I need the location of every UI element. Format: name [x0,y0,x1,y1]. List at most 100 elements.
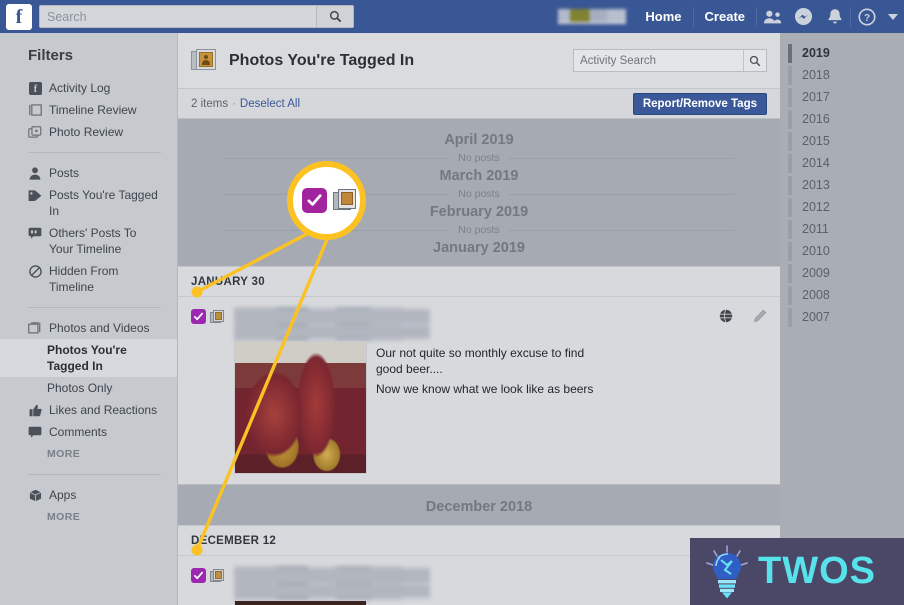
person-icon [28,166,42,180]
month-header: March 2019 [439,168,519,184]
photo-type-icon [210,310,225,324]
search-icon [329,10,341,23]
year-item-2019[interactable]: 2019 [780,42,904,64]
main-content: Photos You're Tagged In 2 items · Desele… [178,33,780,605]
sidebar-divider [28,474,161,475]
no-posts-label: No posts [458,188,500,200]
no-posts-label: No posts [458,152,500,164]
sidebar-item-photos-and-videos[interactable]: Photos and Videos [0,317,177,339]
month-header: February 2019 [429,204,529,220]
search-submit-button[interactable] [316,6,353,27]
activity-search-button[interactable] [743,50,766,71]
friend-requests-button[interactable] [757,0,788,33]
chevron-down-icon [888,13,898,20]
sidebar-item-hidden-from-timeline[interactable]: Hidden From Timeline [0,260,177,298]
year-tick [788,109,792,129]
year-item-2007[interactable]: 2007 [780,306,904,328]
post-actions [719,307,767,341]
messenger-button[interactable] [788,0,819,33]
activity-search-input[interactable] [574,54,734,67]
photo-review-icon [28,125,42,139]
post-select-checkbox[interactable] [191,568,206,583]
top-navigation-bar: f Home Create [0,0,904,33]
year-label: 2017 [802,90,830,104]
nav-create-link[interactable]: Create [694,0,756,33]
sidebar-item-apps[interactable]: Apps [0,484,177,506]
globe-icon[interactable] [719,309,733,328]
post-select-checkbox[interactable] [191,309,206,324]
sidebar-item-timeline-review[interactable]: Timeline Review [0,99,177,121]
year-item-2014[interactable]: 2014 [780,152,904,174]
profile-name-blurred[interactable] [558,0,627,33]
year-tick [788,43,792,63]
magnified-photo-icon [333,189,357,212]
post-date-header: JANUARY 30 [178,267,780,297]
year-item-2018[interactable]: 2018 [780,64,904,86]
magnifier-callout [287,161,366,240]
comment-icon [28,425,42,439]
year-item-2017[interactable]: 2017 [780,86,904,108]
filters-sidebar: Filters f Activity Log Timeline Review P… [0,33,178,605]
sidebar-divider [28,307,161,308]
nav-home-link[interactable]: Home [634,0,692,33]
sidebar-more-photos[interactable]: MORE [0,443,177,465]
sidebar-item-activity-log[interactable]: f Activity Log [0,77,177,99]
month-header: January 2019 [433,240,525,256]
account-menu-button[interactable] [882,0,904,33]
sidebar-item-photos-only[interactable]: Photos Only [0,377,177,399]
sidebar-item-posts-youre-tagged-in[interactable]: Posts You're Tagged In [0,184,177,222]
notifications-bell-icon [827,8,842,23]
year-item-2015[interactable]: 2015 [780,130,904,152]
sidebar-more-apps[interactable]: MORE [0,506,177,528]
year-item-2012[interactable]: 2012 [780,196,904,218]
sidebar-item-likes-and-reactions[interactable]: Likes and Reactions [0,399,177,421]
help-button[interactable]: ? [851,0,882,33]
post-photo-thumbnail[interactable] [234,600,367,605]
sidebar-item-label: Others' Posts To Your Timeline [49,226,137,256]
search-input[interactable] [40,6,310,27]
facebook-logo-icon[interactable]: f [6,3,32,30]
year-item-2010[interactable]: 2010 [780,240,904,262]
post-caption: Our not quite so monthly excuse to find … [376,341,601,474]
activity-search [573,49,767,72]
page-title: Photos You're Tagged In [229,51,415,69]
year-label: 2013 [802,178,830,192]
year-item-2009[interactable]: 2009 [780,262,904,284]
year-tick [788,197,792,217]
sidebar-divider [28,152,161,153]
pencil-icon[interactable] [753,309,767,328]
year-label: 2011 [802,222,829,236]
year-label: 2012 [802,200,830,214]
sidebar-item-photos-youre-tagged-in[interactable]: Photos You're Tagged In [0,339,177,377]
help-icon: ? [857,7,876,26]
timeline-icon [28,103,42,117]
messenger-icon [794,7,813,26]
photo-type-icon [210,569,225,583]
year-item-2011[interactable]: 2011 [780,218,904,240]
photos-videos-icon [28,321,42,335]
deselect-all-link[interactable]: Deselect All [240,98,300,110]
svg-text:f: f [33,84,37,95]
checkmark-icon [193,571,204,580]
sidebar-item-label: Photos Only [47,381,113,395]
lightbulb-icon [706,544,748,598]
year-label: 2009 [802,266,830,280]
notifications-button[interactable] [819,0,850,33]
sidebar-item-others-posts[interactable]: Others' Posts To Your Timeline [0,222,177,260]
year-item-2016[interactable]: 2016 [780,108,904,130]
sidebar-item-comments[interactable]: Comments [0,421,177,443]
photos-tagged-icon [191,48,218,73]
no-posts-row: No posts [178,188,780,200]
post-photo-thumbnail[interactable] [234,341,367,474]
sidebar-item-label: Hidden From Timeline [49,264,119,294]
report-remove-tags-button[interactable]: Report/Remove Tags [632,92,767,115]
global-search [39,5,354,28]
caption-line-2: Now we know what we look like as beers [376,382,594,396]
sidebar-item-photo-review[interactable]: Photo Review [0,121,177,143]
sidebar-item-label: Posts [49,166,80,180]
month-header: December 2018 [425,499,533,515]
sidebar-item-posts[interactable]: Posts [0,162,177,184]
year-item-2008[interactable]: 2008 [780,284,904,306]
year-item-2013[interactable]: 2013 [780,174,904,196]
blurred-post-text [234,566,430,600]
